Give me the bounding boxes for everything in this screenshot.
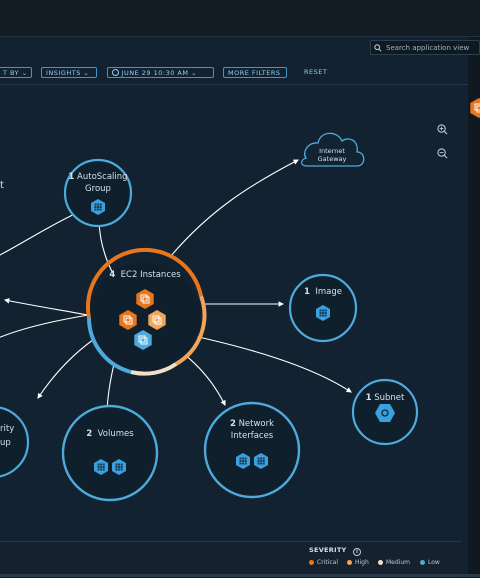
subnet-name: Subnet xyxy=(374,393,405,403)
internet-gateway-line1: Internet xyxy=(319,147,345,155)
alert-icon[interactable] xyxy=(469,97,480,119)
image-name: Image xyxy=(315,287,342,297)
left-fragment-text: t xyxy=(0,180,4,191)
security-group-label: rity up xyxy=(0,422,18,450)
legend-critical-label: Critical xyxy=(317,559,338,566)
legend-low-label: Low xyxy=(428,559,440,566)
security-group-line1: rity xyxy=(0,424,15,434)
edge-ec2-offscreen-1 xyxy=(0,312,101,338)
severity-title: SEVERITY i xyxy=(309,546,362,556)
edge-ec2-internet-gateway xyxy=(169,159,299,258)
volumes-label: 2 Volumes xyxy=(70,429,150,439)
critical-dot xyxy=(309,560,314,565)
subnet-count: 1 xyxy=(365,393,372,403)
network-interfaces-count: 2 xyxy=(229,419,236,429)
ec2-name: EC2 Instances xyxy=(120,270,181,280)
autoscaling-name: AutoScaling xyxy=(77,172,128,182)
medium-dot xyxy=(378,560,383,565)
subnet-label: 1 Subnet xyxy=(350,393,420,403)
network-interfaces-name: Network xyxy=(238,419,275,429)
autoscaling-label: 1 AutoScaling Group xyxy=(58,171,138,195)
legend-critical: Critical xyxy=(309,559,338,566)
severity-title-text: SEVERITY xyxy=(309,546,347,554)
volumes-name: Volumes xyxy=(97,429,134,439)
volumes-count: 2 xyxy=(86,429,93,439)
topology-graph xyxy=(0,97,480,502)
edge-autoscaling-offscreen xyxy=(0,209,85,256)
image-label: 1 Image xyxy=(288,287,358,297)
ec2-label: 4 EC2 Instances xyxy=(95,270,195,280)
network-interfaces-name-line2: Interfaces xyxy=(230,431,274,441)
legend-medium: Medium xyxy=(378,559,410,566)
autoscaling-count: 1 xyxy=(68,172,75,182)
internet-gateway-label: Internet Gateway xyxy=(303,147,361,163)
edge-ec2-offscreen-2 xyxy=(3,298,94,317)
low-dot xyxy=(420,560,425,565)
legend-low: Low xyxy=(420,559,440,566)
image-count: 1 xyxy=(304,287,310,297)
high-dot xyxy=(347,560,352,565)
internet-gateway-line2: Gateway xyxy=(317,155,347,163)
info-icon[interactable]: i xyxy=(353,548,362,556)
legend-high: High xyxy=(347,559,369,566)
zoom-out-icon[interactable] xyxy=(437,148,448,162)
zoom-in-icon[interactable] xyxy=(437,124,448,138)
security-group-line2: up xyxy=(0,438,11,448)
autoscaling-name-line2: Group xyxy=(85,184,111,194)
volumes-node[interactable] xyxy=(61,404,159,502)
network-interfaces-label: 2 Network Interfaces xyxy=(212,418,292,442)
legend-medium-label: Medium xyxy=(386,559,410,566)
edge-ec2-security-group xyxy=(37,334,101,399)
legend-high-label: High xyxy=(355,559,369,566)
ec2-count: 4 xyxy=(109,270,116,280)
